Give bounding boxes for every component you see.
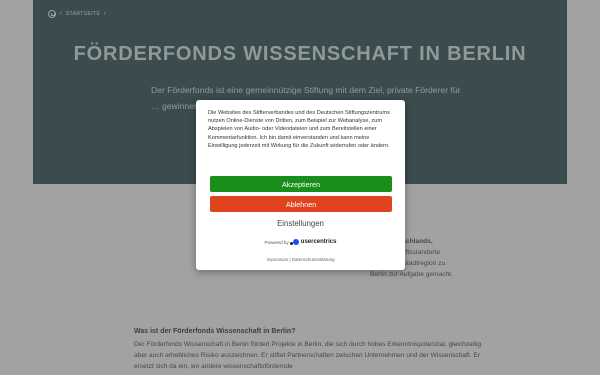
link-separator: | [289,257,291,262]
impressum-link[interactable]: Impressum [266,257,288,262]
powered-by-label: Powered by [264,239,289,245]
powered-by: Powered by usercentrics [196,239,405,245]
usercentrics-brand: usercentrics [300,239,337,245]
cookie-consent-dialog: Die Websites des Stifterverbandes und de… [196,100,405,270]
privacy-link[interactable]: Datenschutzerklärung [292,257,335,262]
deny-button[interactable]: Ablehnen [210,196,392,212]
usercentrics-logo: usercentrics [289,239,337,245]
consent-text: Die Websites des Stifterverbandes und de… [208,110,390,149]
accept-button[interactable]: Akzeptieren [210,176,392,192]
legal-links: Impressum | Datenschutzerklärung [196,257,405,262]
usercentrics-icon [289,239,299,245]
settings-link[interactable]: Einstellungen [196,219,405,228]
